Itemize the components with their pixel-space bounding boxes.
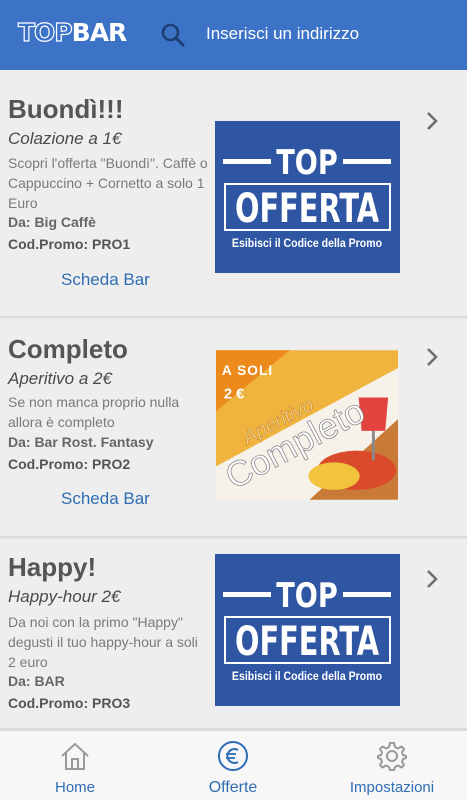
offer-image-line3: Esibisci il Codice della Promo [232,670,382,683]
offer-description: Se non manca proprio nulla allora è comp… [8,394,180,430]
tab-impostazioni[interactable]: Impostazioni [317,731,467,800]
offer-image-badge1: A SOLI [222,363,273,378]
offer-image-line2: OFFERTA [235,619,379,665]
offer-image-badge2: 2 € [224,386,245,402]
tab-impostazioni-label: Impostazioni [349,779,435,796]
scheda-bar-link[interactable]: Scheda Bar [61,269,150,291]
search-icon[interactable] [160,22,186,48]
offer-subtitle: Aperitivo a 2€ [8,369,112,388]
offer-title: Buondì!!! [8,94,124,124]
offer-image: TOP OFFERTA Esibisci il Codice della Pro… [215,554,400,706]
offer-bar-name: Da: Bar Rost. Fantasy [8,434,154,450]
app-header: TOPBAR Inserisci un indirizzo [0,0,467,70]
offer-description: Da noi con la primo "Happy" degusti il t… [8,614,198,670]
chevron-right-icon[interactable] [424,568,440,590]
offer-image: TOP OFFERTA Esibisci il Codice della Pro… [215,121,400,273]
logo-bar: BAR [71,18,128,47]
offer-list: Buondì!!! Colazione a 1€ Scopri l'offert… [0,70,467,730]
address-search-input[interactable]: Inserisci un indirizzo [206,23,359,45]
offer-promo-code: Cod.Promo: PRO1 [8,236,131,252]
tab-offerte-label: Offerte [208,779,258,796]
offer-bar-name: Da: Big Caffè [8,214,96,230]
tab-home[interactable]: Home [0,731,150,800]
offer-description: Scopri l'offerta "Buondì". Caffè o Cappu… [8,155,208,211]
offer-image-line3: Esibisci il Codice della Promo [232,237,382,250]
offer-promo-code: Cod.Promo: PRO3 [8,695,131,711]
offer-image: A SOLI 2 € Aperitivo Completo [216,350,398,500]
logo-top: TOP [17,17,73,47]
chevron-right-icon[interactable] [424,110,440,132]
offer-subtitle: Colazione a 1€ [8,129,122,148]
offer-image-line1: TOP [276,143,338,183]
home-icon [61,742,89,770]
tab-home-label: Home [54,779,95,796]
bottom-tab-bar: Home Offerte Impostazioni [0,730,467,800]
offer-image-line2: OFFERTA [235,186,379,232]
offer-bar-name: Da: BAR [8,673,65,689]
offer-card[interactable]: Completo Aperitivo a 2€ Se non manca pro… [0,320,467,538]
gear-icon [377,742,407,771]
offer-promo-code: Cod.Promo: PRO2 [8,456,131,472]
chevron-right-icon[interactable] [424,346,440,368]
offer-subtitle: Happy-hour 2€ [8,587,121,606]
offer-card[interactable]: Happy! Happy-hour 2€ Da noi con la primo… [0,540,467,730]
euro-icon [218,741,248,771]
offer-image-line1: TOP [276,576,338,616]
offer-card[interactable]: Buondì!!! Colazione a 1€ Scopri l'offert… [0,70,467,318]
offer-title: Happy! [8,552,97,582]
offer-title: Completo [8,334,128,364]
app-logo[interactable]: TOPBAR [17,17,128,48]
tab-offerte[interactable]: Offerte [158,731,308,800]
scheda-bar-link[interactable]: Scheda Bar [61,488,150,510]
